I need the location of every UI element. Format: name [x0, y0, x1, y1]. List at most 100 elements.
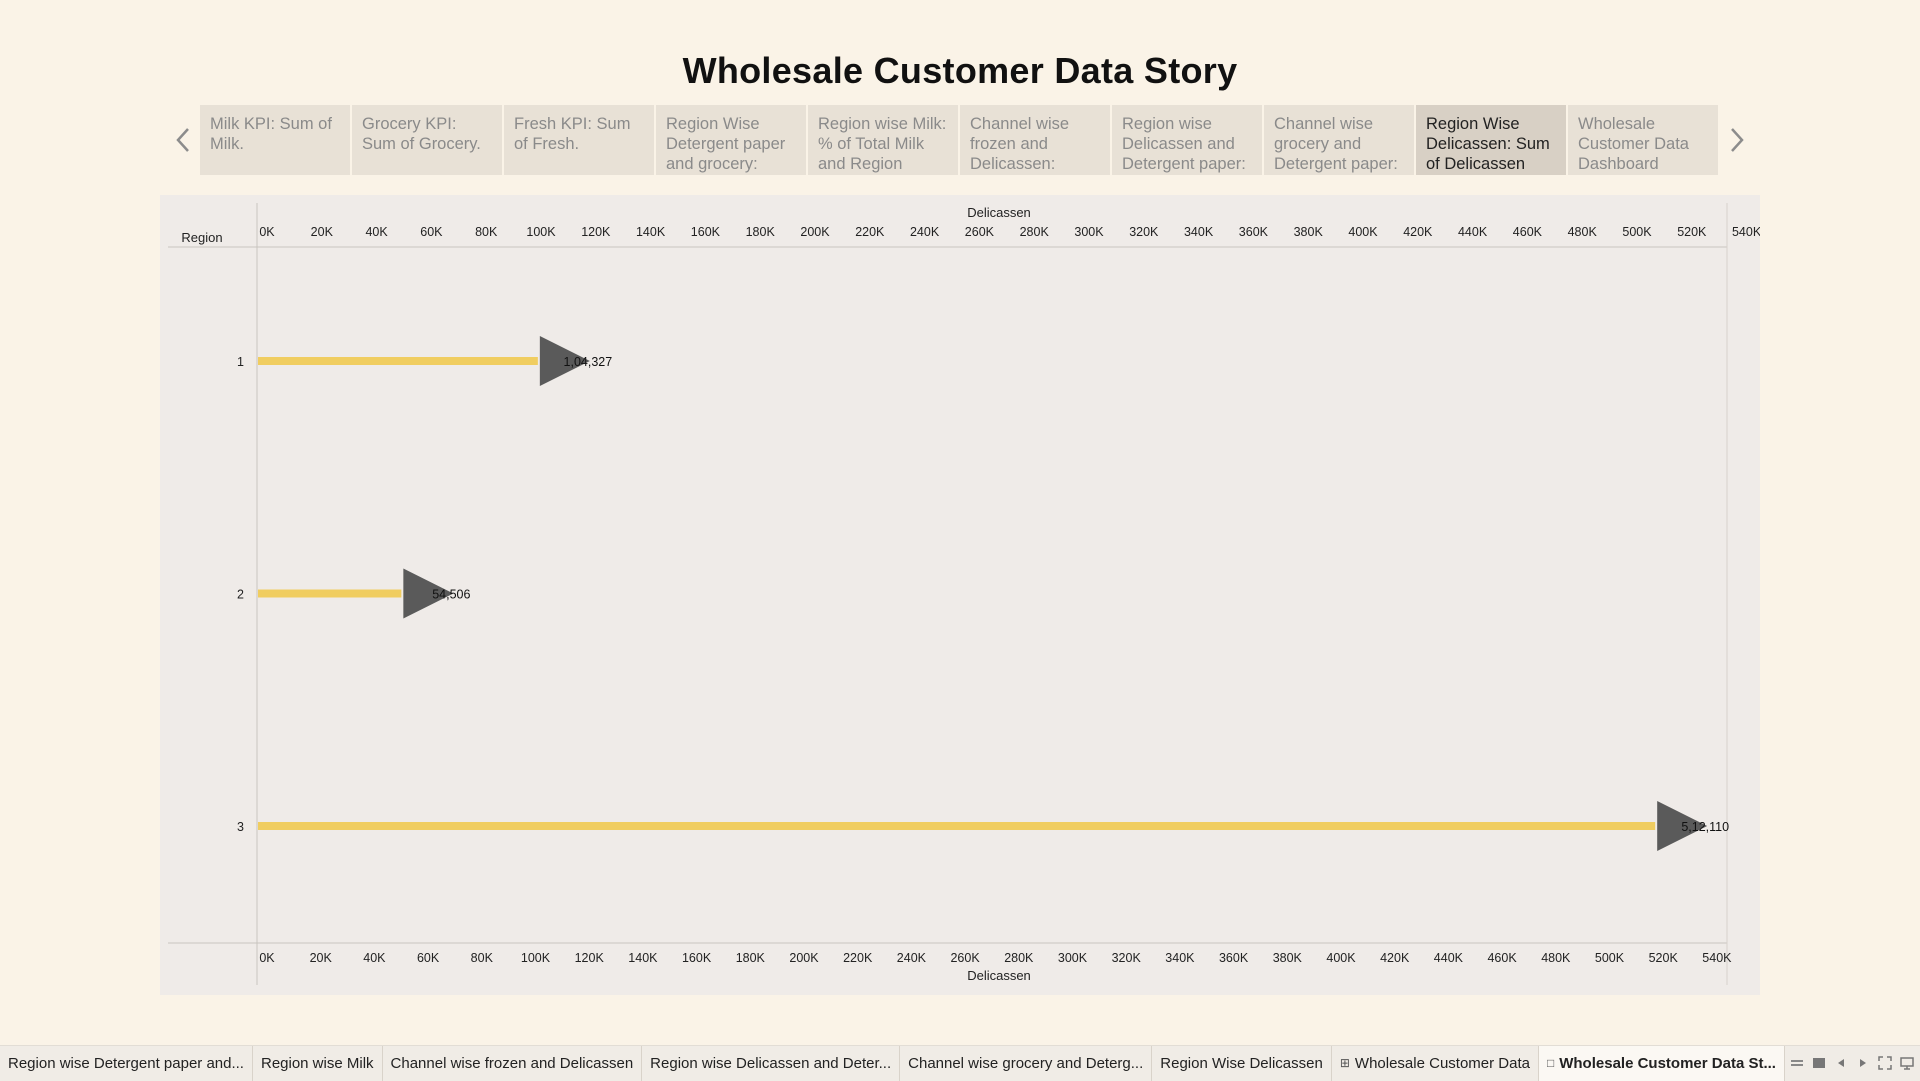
x-tick-top: 540K: [1732, 225, 1760, 239]
data-label-region-3: 5,12,110: [1681, 820, 1729, 834]
x-tick-top: 220K: [855, 225, 885, 239]
x-tick-top: 480K: [1568, 225, 1598, 239]
story-point-8[interactable]: Channel wise grocery and Detergent paper…: [1264, 105, 1414, 175]
x-tick-bottom: 80K: [471, 951, 494, 965]
x-tick-top: 440K: [1458, 225, 1488, 239]
sheet-tab-label: Wholesale Customer Data: [1354, 1055, 1530, 1072]
x-tick-bottom: 380K: [1273, 951, 1303, 965]
sheet-tab-5[interactable]: Channel wise grocery and Deterg...: [900, 1046, 1153, 1081]
story-point-5[interactable]: Region wise Milk: % of Total Milk and Re…: [808, 105, 958, 175]
story-navigator: Milk KPI: Sum of Milk. Grocery KPI: Sum o…: [200, 105, 1720, 175]
x-tick-top: 180K: [746, 225, 776, 239]
x-tick-top: 100K: [526, 225, 556, 239]
story-point-4[interactable]: Region Wise Detergent paper and grocery:: [656, 105, 806, 175]
x-tick-bottom: 420K: [1380, 951, 1410, 965]
sheet-tab-7[interactable]: ⊞ Wholesale Customer Data: [1332, 1046, 1539, 1081]
x-tick-top: 420K: [1403, 225, 1433, 239]
x-tick-top: 0K: [259, 225, 275, 239]
sheet-tab-1[interactable]: Region wise Detergent paper and...: [0, 1046, 253, 1081]
x-tick-bottom: 500K: [1595, 951, 1625, 965]
story-point-7[interactable]: Region wise Delicassen and Detergent pap…: [1112, 105, 1262, 175]
story-point-2[interactable]: Grocery KPI: Sum of Grocery.: [352, 105, 502, 175]
x-tick-bottom: 20K: [310, 951, 333, 965]
x-tick-top: 360K: [1239, 225, 1269, 239]
chevron-left-icon: [176, 128, 189, 152]
x-tick-bottom: 100K: [521, 951, 551, 965]
story-point-3[interactable]: Fresh KPI: Sum of Fresh.: [504, 105, 654, 175]
x-tick-top: 260K: [965, 225, 995, 239]
x-tick-bottom: 200K: [789, 951, 819, 965]
bar-region-2: [258, 589, 402, 598]
x-tick-top: 340K: [1184, 225, 1214, 239]
dashboard-icon: ⊞: [1339, 1056, 1350, 1070]
x-tick-bottom: 240K: [897, 951, 927, 965]
x-tick-bottom: 140K: [628, 951, 658, 965]
view-controls: [1790, 1056, 1914, 1070]
x-tick-bottom: 40K: [363, 951, 386, 965]
presentation-icon[interactable]: [1900, 1056, 1914, 1070]
x-tick-bottom: 300K: [1058, 951, 1088, 965]
story-icon: □: [1546, 1056, 1555, 1070]
sheet-tab-label: Channel wise frozen and Delicassen: [390, 1055, 634, 1072]
sheet-tab-8[interactable]: □ Wholesale Customer Data St...: [1538, 1046, 1785, 1081]
x-tick-top: 20K: [311, 225, 334, 239]
x-tick-bottom: 220K: [843, 951, 873, 965]
story-prev-arrow[interactable]: [168, 118, 198, 162]
story-next-arrow[interactable]: [1722, 118, 1752, 162]
x-tick-top: 400K: [1348, 225, 1378, 239]
story-title: Wholesale Customer Data Story: [682, 50, 1238, 91]
x-tick-bottom: 340K: [1165, 951, 1195, 965]
x-tick-bottom: 320K: [1112, 951, 1142, 965]
sheet-tab-label: Region Wise Delicassen: [1160, 1055, 1323, 1072]
data-label-region-1: 1,04,327: [564, 355, 613, 369]
sheet-tab-4[interactable]: Region wise Delicassen and Deter...: [642, 1046, 901, 1081]
x-tick-bottom: 60K: [417, 951, 440, 965]
x-tick-top: 140K: [636, 225, 666, 239]
x-tick-top: 60K: [420, 225, 443, 239]
x-axis-title-top: Delicassen: [967, 205, 1031, 220]
sheet-tab-6[interactable]: Region Wise Delicassen: [1152, 1046, 1332, 1081]
previous-sheet-icon[interactable]: [1834, 1056, 1848, 1070]
sheet-tab-2[interactable]: Region wise Milk: [253, 1046, 383, 1081]
x-tick-bottom: 480K: [1541, 951, 1571, 965]
x-tick-top: 500K: [1622, 225, 1652, 239]
row-label-region-3: 3: [237, 820, 244, 834]
fullscreen-icon[interactable]: [1878, 1056, 1892, 1070]
next-sheet-icon[interactable]: [1856, 1056, 1870, 1070]
region-delicassen-chart[interactable]: Delicassen Delicassen Region 0K 20K 40K 60K 80K…: [160, 195, 1760, 995]
x-tick-top: 300K: [1074, 225, 1104, 239]
sheet-tab-label: Region wise Delicassen and Deter...: [650, 1055, 892, 1072]
x-tick-bottom: 0K: [259, 951, 275, 965]
x-tick-bottom: 460K: [1487, 951, 1517, 965]
x-tick-top: 200K: [800, 225, 830, 239]
sheet-tab-label: Region wise Detergent paper and...: [8, 1055, 244, 1072]
x-tick-bottom: 160K: [682, 951, 712, 965]
story-point-9[interactable]: Region Wise Delicassen: Sum of Delicasse…: [1416, 105, 1566, 175]
sheet-tab-label: Wholesale Customer Data St...: [1559, 1055, 1776, 1072]
x-tick-bottom: 540K: [1702, 951, 1732, 965]
story-point-10[interactable]: Wholesale Customer Data Dashboard: [1568, 105, 1718, 175]
x-tick-top: 160K: [691, 225, 721, 239]
x-tick-bottom: 360K: [1219, 951, 1249, 965]
x-tick-bottom: 400K: [1326, 951, 1356, 965]
sheet-tab-3[interactable]: Channel wise frozen and Delicassen: [383, 1046, 643, 1081]
bar-region-3: [258, 822, 1656, 830]
x-tick-bottom: 120K: [575, 951, 605, 965]
bar-region-1: [258, 357, 538, 365]
row-header-region: Region: [181, 230, 222, 245]
x-tick-bottom: 440K: [1434, 951, 1464, 965]
x-tick-top: 40K: [365, 225, 388, 239]
show-filmstrip-icon[interactable]: [1790, 1056, 1804, 1070]
sheet-tab-label: Region wise Milk: [260, 1055, 374, 1072]
story-point-1[interactable]: Milk KPI: Sum of Milk.: [200, 105, 350, 175]
show-tabs-icon[interactable]: [1812, 1056, 1826, 1070]
x-tick-top: 460K: [1513, 225, 1543, 239]
chevron-right-icon: [1731, 128, 1744, 152]
x-tick-top: 80K: [475, 225, 498, 239]
data-label-region-2: 54,506: [432, 588, 470, 602]
x-tick-top: 280K: [1020, 225, 1050, 239]
story-point-6[interactable]: Channel wise frozen and Delicassen:: [960, 105, 1110, 175]
sheet-tab-label: Channel wise grocery and Deterg...: [908, 1055, 1144, 1072]
x-axis-title-bottom: Delicassen: [967, 968, 1031, 983]
x-tick-top: 380K: [1294, 225, 1324, 239]
